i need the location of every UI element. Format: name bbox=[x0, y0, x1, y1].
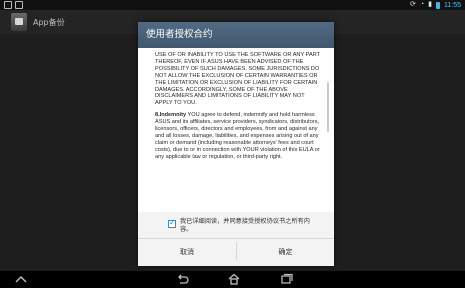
battery-icon bbox=[436, 1, 440, 9]
status-bar: ⟳ ◔ ▮ 11:55 bbox=[0, 0, 465, 10]
eula-paragraph-disclaimer: USE OF OR INABILITY TO USE THE SOFTWARE … bbox=[155, 52, 320, 107]
navigation-bar bbox=[0, 271, 465, 288]
clock: 11:55 bbox=[444, 1, 461, 9]
app-backup-icon[interactable] bbox=[11, 13, 27, 31]
ok-button[interactable]: 确定 bbox=[237, 239, 334, 266]
dialog-title: 使用者授权合约 bbox=[138, 22, 334, 48]
eula-scroll-area[interactable]: USE OF OR INABILITY TO USE THE SOFTWARE … bbox=[138, 48, 334, 212]
consent-row[interactable]: 我已详细阅读，并同意接受授权协议书之所有内容。 bbox=[138, 212, 334, 238]
notification-icons bbox=[4, 1, 23, 9]
home-icon[interactable] bbox=[227, 273, 241, 285]
notification-image-icon bbox=[4, 1, 12, 9]
cancel-button[interactable]: 取消 bbox=[138, 239, 236, 266]
eula-paragraph-indemnity: 8.Indemnity YOU agree to defend, indemni… bbox=[155, 112, 320, 160]
system-tray: ⟳ ◔ ▮ 11:55 bbox=[410, 1, 461, 9]
wifi-icon: ◔ bbox=[419, 1, 425, 8]
indemnity-text: YOU agree to defend, indemnify and hold … bbox=[155, 112, 320, 160]
indemnity-heading: 8.Indemnity bbox=[155, 112, 187, 119]
recent-apps-icon[interactable] bbox=[280, 273, 294, 285]
back-icon[interactable] bbox=[175, 273, 189, 285]
chevron-up-icon[interactable] bbox=[14, 273, 28, 285]
signal-icon: ▮ bbox=[428, 1, 432, 8]
consent-checkbox[interactable] bbox=[168, 218, 176, 228]
app-title: App备份 bbox=[33, 18, 65, 27]
notification-screen-icon bbox=[15, 1, 23, 9]
eula-dialog: 使用者授权合约 USE OF OR INABILITY TO USE THE S… bbox=[138, 22, 334, 266]
eula-text: USE OF OR INABILITY TO USE THE SOFTWARE … bbox=[155, 52, 320, 166]
consent-label: 我已详细阅读，并同意接受授权协议书之所有内容。 bbox=[180, 218, 310, 233]
sync-icon: ⟳ bbox=[410, 1, 416, 8]
scrollbar[interactable] bbox=[327, 82, 329, 132]
